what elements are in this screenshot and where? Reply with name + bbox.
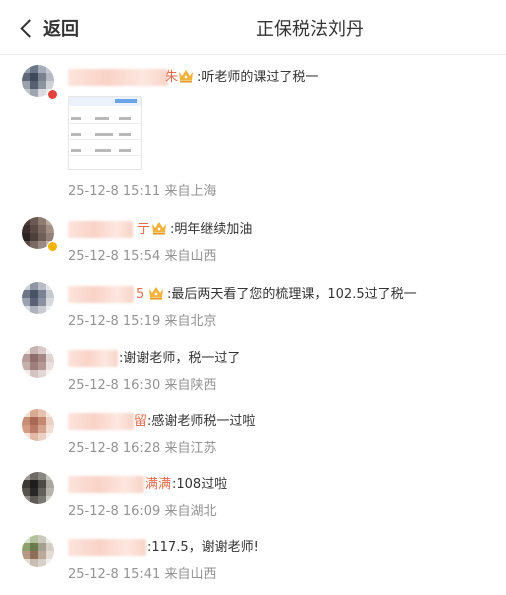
comment-text: :听老师的课过了税一 xyxy=(197,70,319,85)
comment-meta: 25-12-8 16:09 来自湖北 xyxy=(68,504,217,519)
username[interactable] xyxy=(68,476,144,493)
comment-text: :明年继续加油 xyxy=(170,222,253,237)
back-button[interactable]: 返回 xyxy=(18,15,79,41)
avatar[interactable] xyxy=(22,346,54,378)
comment-text: :117.5，谢谢老师! xyxy=(147,540,259,555)
comment-meta: 25-12-8 15:11 来自上海 xyxy=(68,184,217,199)
attached-image-thumbnail[interactable] xyxy=(68,96,142,170)
username[interactable] xyxy=(68,286,134,303)
comment-meta: 25-12-8 16:28 来自江苏 xyxy=(68,441,217,456)
username[interactable] xyxy=(68,69,168,86)
comment-text: :谢谢老师，税一过了 xyxy=(119,351,241,366)
comment-item: 5 :最后两天看了您的梳理课，102.5过了税一 25-12-8 15:19 来… xyxy=(0,282,506,342)
comment-text: :感谢老师税一过啦 xyxy=(147,414,256,429)
username-tail[interactable]: 满满 xyxy=(145,476,171,493)
comment-item: 朱 :听老师的课过了税一 25-12-8 15:11 来自上海 xyxy=(0,65,506,199)
username-tail[interactable]: 5 xyxy=(136,286,144,303)
username[interactable] xyxy=(68,221,133,238)
comment-meta: 25-12-8 15:54 来自山西 xyxy=(68,249,217,264)
comment-meta: 25-12-8 16:30 来自陕西 xyxy=(68,378,217,393)
page-title: 正保税法刘丹 xyxy=(256,19,364,40)
username-tail[interactable]: 留 xyxy=(134,413,147,430)
back-label: 返回 xyxy=(43,19,79,40)
comment-item: :谢谢老师，税一过了 25-12-8 16:30 来自陕西 xyxy=(0,346,506,406)
comment-item: 留 :感谢老师税一过啦 25-12-8 16:28 来自江苏 xyxy=(0,409,506,469)
comment-item: 亍 :明年继续加油 25-12-8 15:54 来自山西 xyxy=(0,217,506,277)
username-tail[interactable]: 亍 xyxy=(137,221,150,238)
chevron-left-icon xyxy=(20,18,39,38)
comment-meta: 25-12-8 15:41 来自山西 xyxy=(68,567,217,582)
username[interactable] xyxy=(68,350,118,367)
page-header: 返回 正保税法刘丹 xyxy=(0,0,506,55)
comment-meta: 25-12-8 15:19 来自北京 xyxy=(68,314,217,329)
avatar[interactable] xyxy=(22,409,54,441)
username[interactable] xyxy=(68,539,146,556)
avatar[interactable] xyxy=(22,282,54,314)
verified-badge-icon xyxy=(47,89,58,100)
avatar[interactable] xyxy=(22,535,54,567)
comment-text: :108过啦 xyxy=(172,477,228,492)
crown-icon xyxy=(149,287,163,300)
comment-item: 满满 :108过啦 25-12-8 16:09 来自湖北 xyxy=(0,472,506,532)
crown-icon xyxy=(152,222,166,235)
verified-badge-icon xyxy=(47,241,58,252)
comment-item: :117.5，谢谢老师! 25-12-8 15:41 来自山西 xyxy=(0,535,506,595)
comment-text: :最后两天看了您的梳理课，102.5过了税一 xyxy=(167,287,417,302)
username[interactable] xyxy=(68,413,134,430)
avatar[interactable] xyxy=(22,472,54,504)
crown-icon xyxy=(179,70,193,83)
